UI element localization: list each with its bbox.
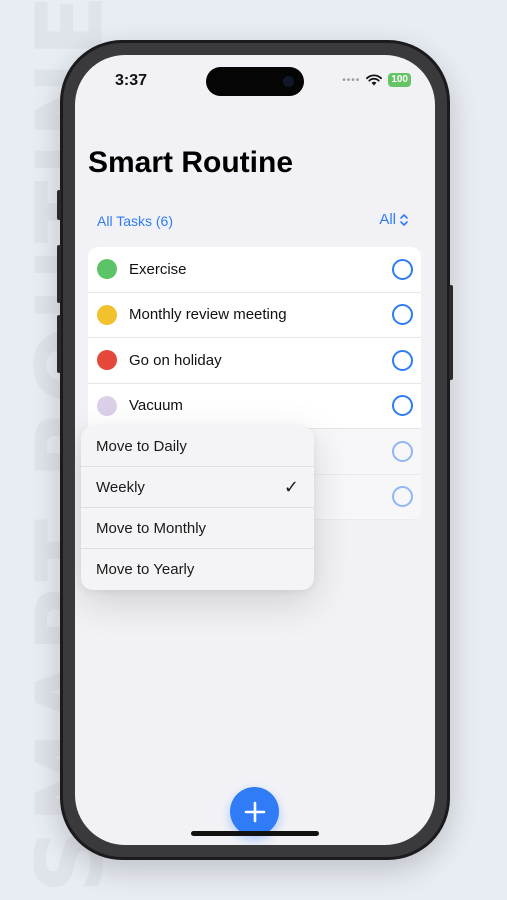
plus-icon: [244, 801, 265, 822]
complete-checkbox[interactable]: [392, 304, 413, 326]
complete-checkbox[interactable]: [392, 395, 413, 417]
task-row[interactable]: Go on holiday: [88, 338, 421, 384]
task-row[interactable]: Vacuum: [88, 384, 421, 429]
menu-item-label: Move to Daily: [96, 437, 187, 455]
camera-icon: [283, 76, 294, 87]
task-color-dot: [97, 350, 117, 371]
task-color-dot: [97, 395, 117, 416]
mute-switch: [57, 190, 61, 220]
task-label: Monthly review meeting: [129, 306, 287, 324]
menu-item-label: Weekly: [96, 478, 145, 496]
status-time: 3:37: [115, 72, 148, 89]
add-task-button[interactable]: [230, 787, 279, 836]
menu-item-move-to-yearly[interactable]: Move to Yearly: [81, 549, 314, 590]
filter-dropdown[interactable]: All: [379, 211, 409, 228]
filter-dropdown-label: All: [379, 211, 396, 228]
wifi-icon: [366, 74, 383, 86]
volume-up-button: [57, 245, 61, 303]
menu-item-label: Move to Monthly: [96, 519, 207, 537]
home-indicator[interactable]: [191, 831, 319, 836]
menu-item-move-to-monthly[interactable]: Move to Monthly: [81, 508, 314, 549]
checkmark-icon: ✓: [283, 476, 299, 497]
power-button: [449, 285, 453, 380]
phone-frame: 3:37 •••• 100 Smart Routine All Tasks (6…: [57, 40, 453, 860]
task-color-dot: [97, 259, 117, 280]
task-label: Go on holiday: [129, 351, 222, 369]
task-row[interactable]: Monthly review meeting: [88, 293, 421, 338]
menu-item-weekly[interactable]: Weekly ✓: [81, 467, 314, 508]
task-label: Vacuum: [129, 397, 183, 415]
app-screen: 3:37 •••• 100 Smart Routine All Tasks (6…: [75, 55, 435, 845]
status-icons: •••• 100: [342, 73, 411, 87]
menu-item-label: Move to Yearly: [96, 561, 195, 578]
volume-down-button: [57, 315, 61, 373]
battery-icon: 100: [388, 73, 411, 87]
complete-checkbox[interactable]: [392, 258, 413, 280]
dynamic-island: [206, 67, 304, 96]
complete-checkbox[interactable]: [392, 440, 413, 462]
task-color-dot: [97, 304, 117, 325]
complete-checkbox[interactable]: [392, 349, 413, 371]
cellular-signal-icon: ••••: [342, 74, 361, 86]
complete-checkbox[interactable]: [392, 486, 413, 508]
task-label: Exercise: [129, 260, 187, 278]
chevron-up-down-icon: [400, 213, 408, 226]
page-title: Smart Routine: [88, 146, 294, 179]
context-menu: Move to Daily Weekly ✓ Move to Monthly M…: [81, 426, 314, 590]
menu-item-move-to-daily[interactable]: Move to Daily: [81, 426, 314, 467]
all-tasks-filter[interactable]: All Tasks (6): [97, 213, 173, 229]
task-row[interactable]: Exercise: [88, 247, 421, 293]
